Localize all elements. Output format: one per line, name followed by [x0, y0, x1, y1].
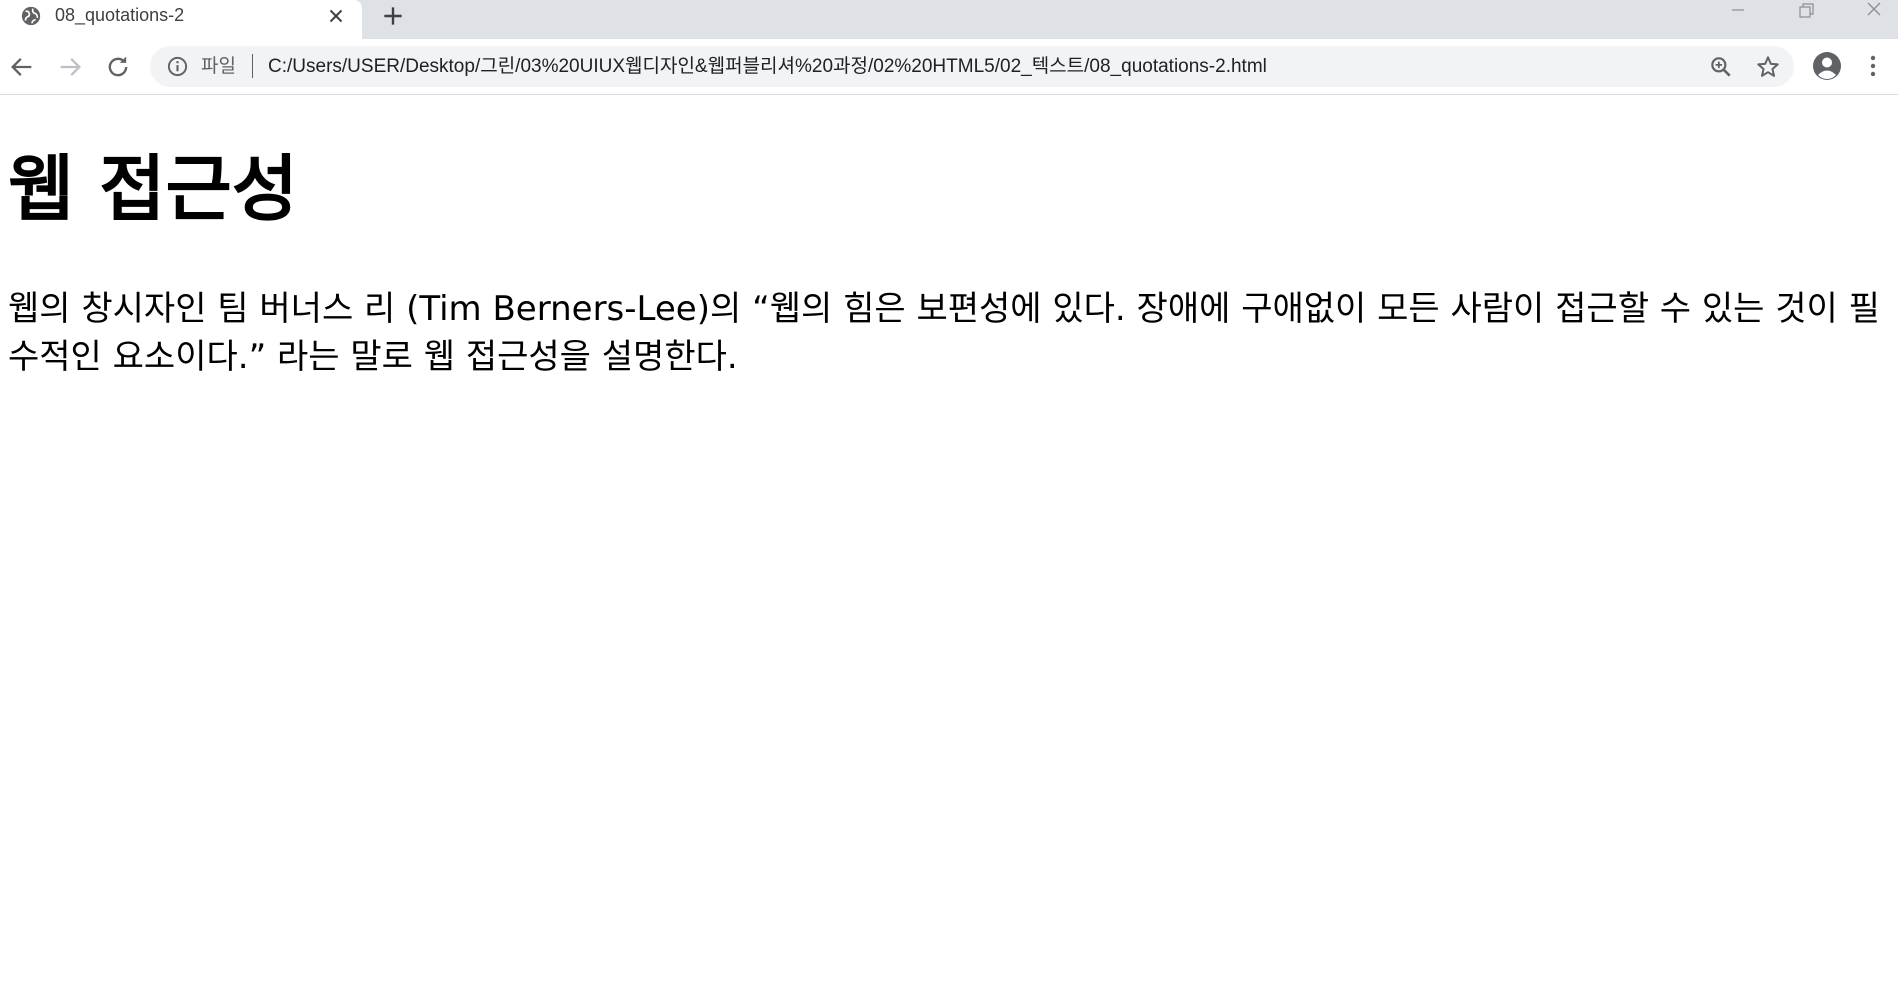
restore-window-icon[interactable]: [1778, 0, 1834, 24]
bookmark-star-icon[interactable]: [1755, 54, 1781, 80]
reload-icon[interactable]: [104, 53, 132, 81]
globe-icon: [21, 6, 41, 26]
more-menu-icon[interactable]: [1866, 52, 1880, 80]
tab-strip: 08_quotations-2: [0, 0, 1898, 39]
page-content: 웹 접근성 웹의 창시자인 팀 버너스 리 (Tim Berners-Lee)의…: [0, 95, 1898, 998]
minimize-window-icon[interactable]: [1710, 0, 1766, 24]
close-window-icon[interactable]: [1846, 0, 1898, 24]
page-heading: 웹 접근성: [8, 147, 299, 231]
page-paragraph: 웹의 창시자인 팀 버너스 리 (Tim Berners-Lee)의 웹의 힘은…: [8, 285, 1888, 381]
url-text[interactable]: C:/Users/USER/Desktop/그린/03%20UIUX웹디자인&웹…: [268, 55, 1267, 78]
account-icon[interactable]: [1811, 50, 1843, 82]
browser-window: 08_quotations-2 파일 C:/Users/USER/Desktop…: [0, 0, 1898, 998]
back-arrow-icon[interactable]: [8, 53, 36, 81]
tab-active[interactable]: 08_quotations-2: [0, 0, 362, 39]
address-bar[interactable]: 파일 C:/Users/USER/Desktop/그린/03%20UIUX웹디자…: [150, 46, 1794, 87]
info-icon[interactable]: [166, 55, 189, 78]
paragraph-text-after: 라는 말로 웹 접근성을 설명한다.: [266, 337, 738, 377]
scheme-label: 파일: [201, 56, 236, 77]
close-tab-icon[interactable]: [325, 5, 347, 27]
forward-arrow-icon[interactable]: [56, 53, 84, 81]
tab-title: 08_quotations-2: [55, 5, 185, 25]
paragraph-text-before: 웹의 창시자인 팀 버너스 리 (Tim Berners-Lee)의: [8, 289, 753, 329]
zoom-icon[interactable]: [1708, 54, 1734, 80]
scheme-divider: [252, 54, 253, 78]
browser-toolbar: 파일 C:/Users/USER/Desktop/그린/03%20UIUX웹디자…: [0, 39, 1898, 95]
new-tab-icon[interactable]: [380, 3, 406, 29]
